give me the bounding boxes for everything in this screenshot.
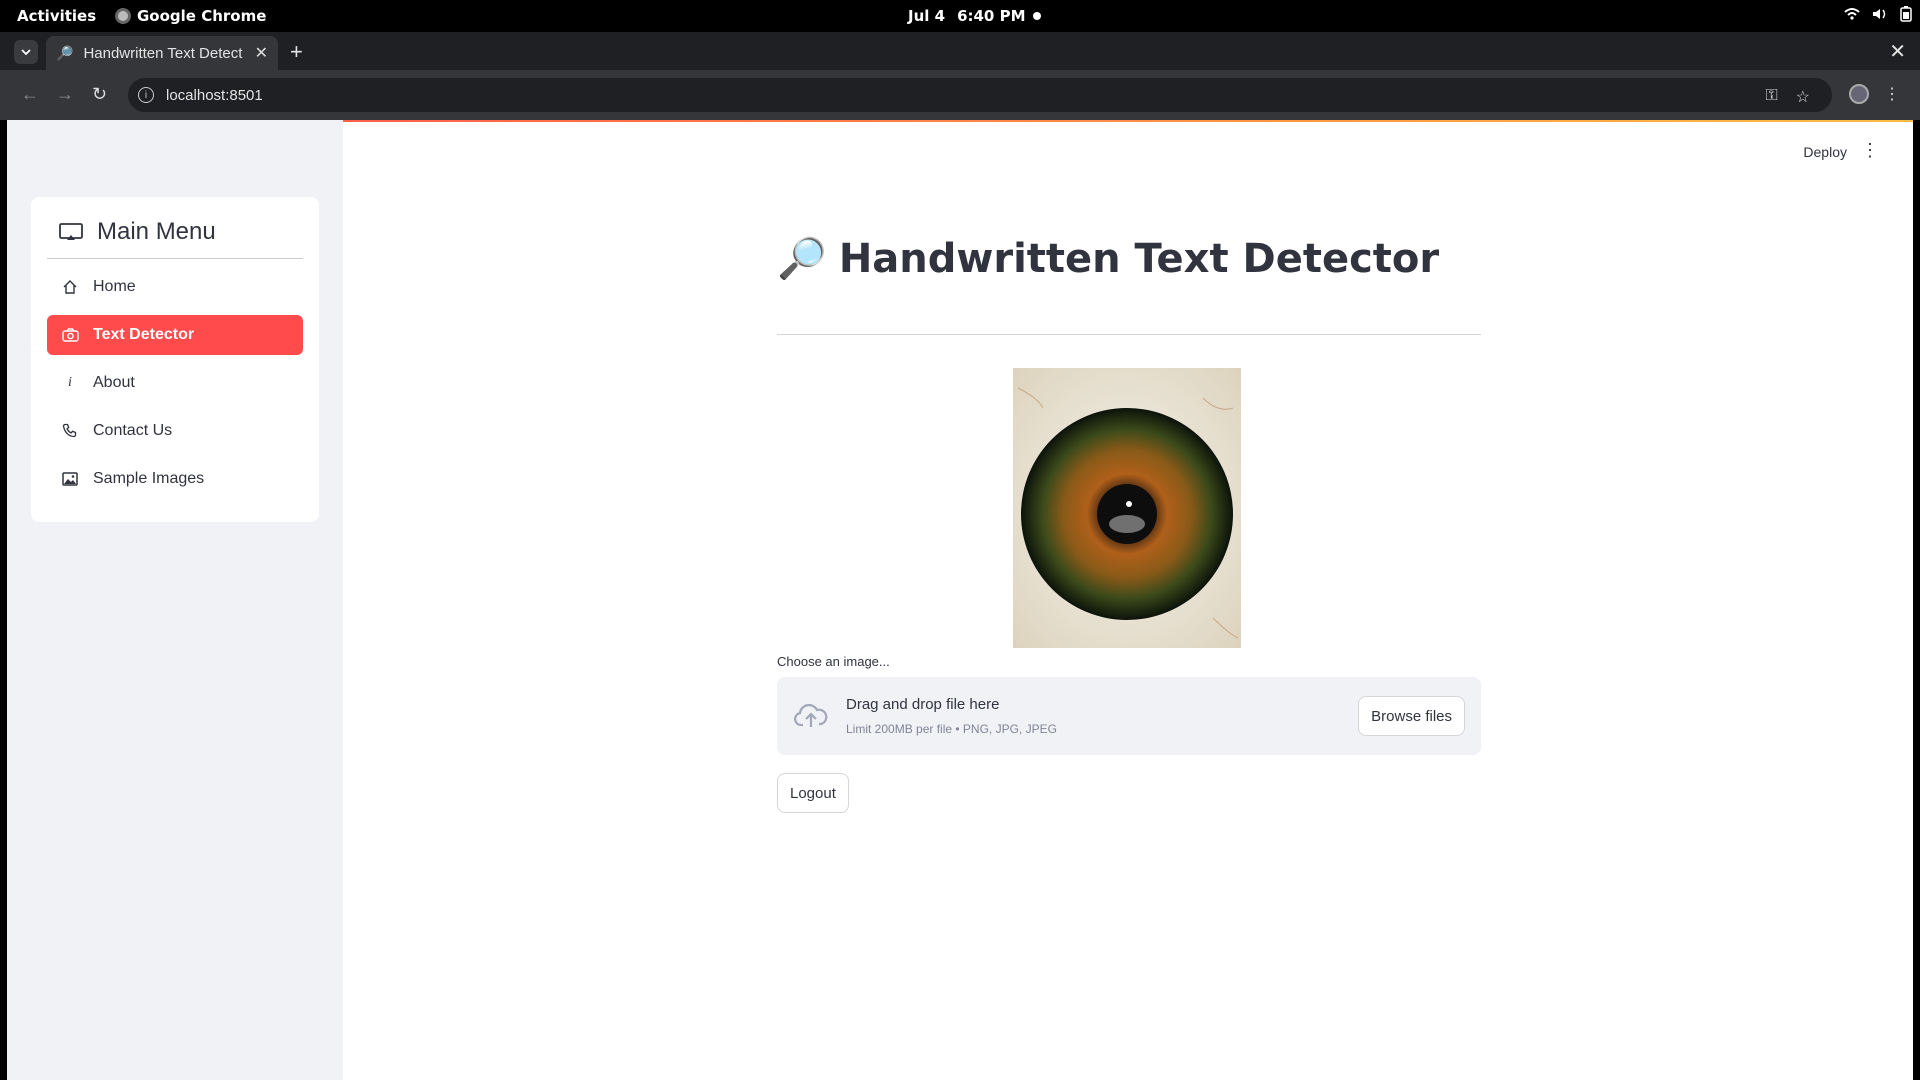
address-bar[interactable]: i localhost:8501 [128,78,1832,112]
phone-icon [62,423,77,438]
camera-icon [61,328,79,342]
limit-text: Limit 200MB per file • PNG, JPG, JPEG [846,722,1057,736]
menu-item-home[interactable]: Home [47,267,303,307]
menu-item-label: Contact Us [93,422,173,439]
time: 6:40 PM [957,7,1026,25]
wifi-icon [1844,8,1860,20]
chrome-icon [115,8,131,24]
page-title: 🔎 Handwritten Text Detector [777,235,1481,283]
image-icon [62,472,78,486]
notification-dot [1033,12,1041,20]
system-tray[interactable] [1844,6,1912,22]
tab-title: Handwritten Text Detect [83,44,243,62]
menu-item-label: About [93,374,135,391]
page-title-text: Handwritten Text Detector [838,235,1440,282]
browser-menu-icon[interactable]: ⋮ [1884,84,1900,104]
uploader-label: Choose an image... [777,654,890,669]
tab-strip: 🔎 Handwritten Text Detect ✕ + ✕ [0,32,1920,70]
cloud-upload-icon [794,703,828,727]
uploaded-image-preview [1013,368,1241,648]
key-icon[interactable]: ⚿ [1765,87,1777,107]
house-icon [63,280,77,294]
menu-header: Main Menu [47,213,303,259]
menu-item-label: Sample Images [93,470,205,487]
tab-close-icon[interactable]: ✕ [255,43,268,63]
menu-item-text-detector[interactable]: Text Detector [47,315,303,355]
browse-files-button[interactable]: Browse files [1358,696,1465,736]
app-name: Google Chrome [137,7,267,25]
drop-text: Drag and drop file here [846,696,1000,713]
activities-button[interactable]: Activities [17,7,96,25]
system-top-bar: Activities Google Chrome Jul 4 6:40 PM [0,0,1920,32]
sidebar: Main Menu Home Text Detector i About Con… [7,120,343,1080]
app-menu[interactable]: Google Chrome [115,7,266,25]
browser-tab[interactable]: 🔎 Handwritten Text Detect ✕ [46,36,278,70]
file-dropzone[interactable]: Drag and drop file here Limit 200MB per … [777,677,1481,755]
volume-icon [1873,9,1886,19]
address-text: localhost:8501 [166,86,263,104]
eye-image [1013,368,1241,648]
site-info-icon[interactable]: i [138,87,154,103]
menu-item-label: Home [93,278,136,295]
forward-icon[interactable]: → [56,84,74,105]
magnifier-emoji: 🔎 [777,236,827,282]
cast-icon [59,222,83,240]
battery-icon [1900,6,1912,22]
logout-button[interactable]: Logout [777,773,849,813]
clock[interactable]: Jul 4 6:40 PM [908,7,1026,25]
menu-title: Main Menu [97,217,216,245]
info-icon: i [68,375,72,390]
tab-favicon: 🔎 [56,44,74,61]
page-viewport: Main Menu Home Text Detector i About Con… [7,120,1913,1080]
main-menu-icon[interactable]: ⋮ [1861,140,1879,161]
menu-item-about[interactable]: i About [47,363,303,403]
option-menu: Main Menu Home Text Detector i About Con… [31,197,319,522]
window-close-icon[interactable]: ✕ [1889,39,1906,64]
star-icon[interactable]: ☆ [1796,87,1810,107]
back-icon[interactable]: ← [21,84,39,105]
tab-search-button[interactable] [14,40,38,64]
divider [777,334,1481,335]
profile-avatar[interactable] [1849,84,1869,104]
browser-toolbar: ← → ↻ i localhost:8501 ⚿ ☆ [0,70,1920,120]
reload-icon[interactable]: ↻ [92,84,107,105]
new-tab-icon[interactable]: + [290,39,303,65]
menu-item-label: Text Detector [93,326,195,343]
date: Jul 4 [908,7,946,25]
menu-item-contact[interactable]: Contact Us [47,411,303,451]
chevron-down-icon [21,49,31,55]
deploy-button[interactable]: Deploy [1803,144,1847,160]
menu-item-sample-images[interactable]: Sample Images [47,459,303,499]
